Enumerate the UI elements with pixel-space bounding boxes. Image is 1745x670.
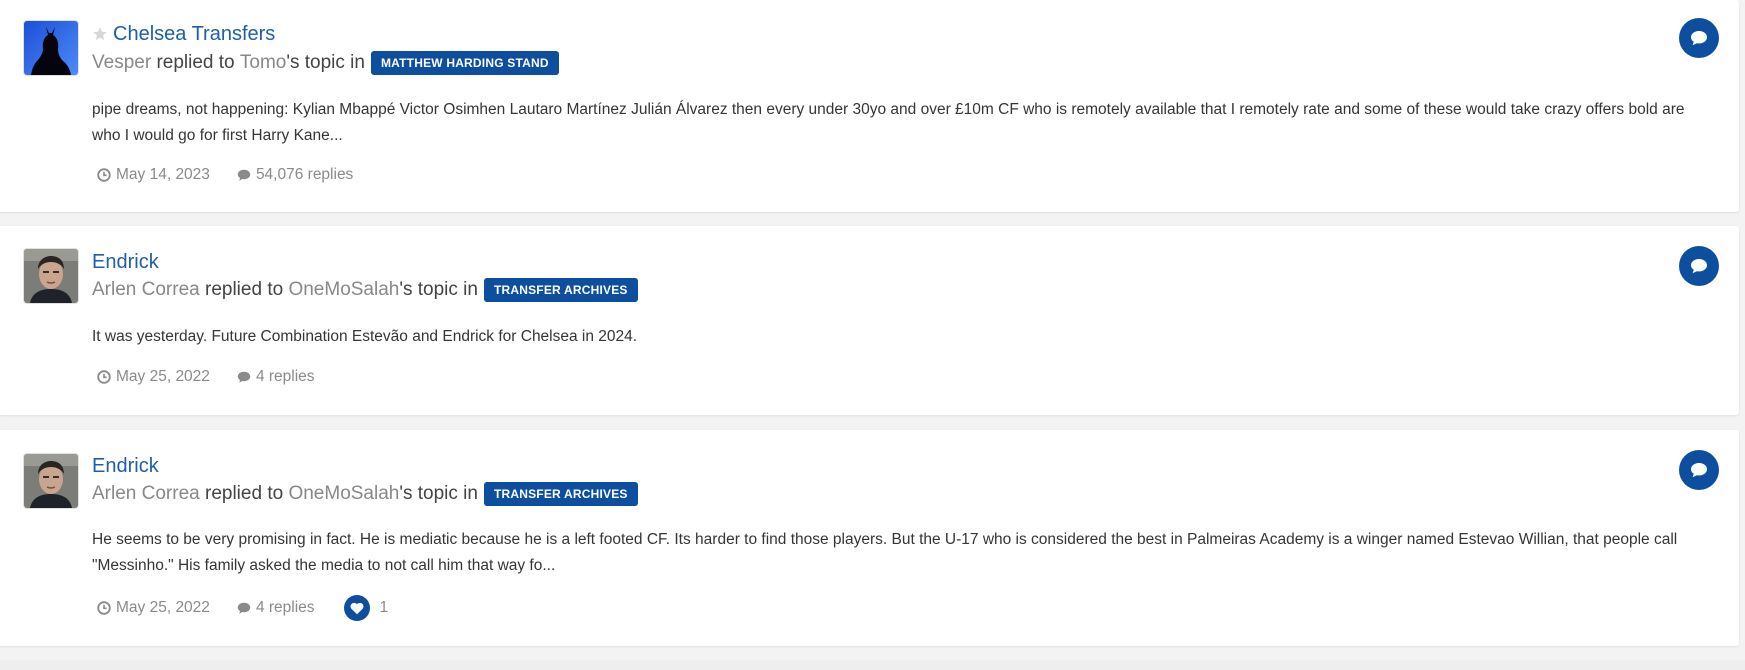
forum-badge[interactable]: TRANSFER ARCHIVES [483,482,638,506]
item-stats: May 14, 2023 54,076 replies [97,166,380,184]
reaction-count[interactable]: 1 [380,599,389,617]
forum-badge[interactable]: MATTHEW HARDING STAND [370,51,559,75]
reply-count: 54,076 replies [237,166,353,184]
item-title-row: Endrick [92,452,159,480]
clock-icon [97,370,111,384]
topic-owner-link[interactable]: OneMoSalah [288,279,399,301]
post-snippet: It was yesterday. Future Combination Est… [92,328,638,345]
possessive-text: 's topic in [399,483,478,504]
post-snippet: He seems to be very promising in fact. H… [92,531,1678,574]
reaction: 1 [343,595,389,621]
item-title-row: Endrick [92,248,159,276]
comment-small-icon [237,168,251,182]
item-stats: May 25, 2022 4 replies 1 [97,595,415,621]
post-date: May 25, 2022 [97,599,210,617]
comment-small-icon [237,370,251,384]
activity-stream: Chelsea Transfers Vesper replied to Tomo… [0,0,1745,670]
author-link[interactable]: Arlen Correa [92,279,200,301]
avatar[interactable] [24,454,78,508]
star-icon[interactable] [92,26,110,44]
item-meta: Arlen Correa replied to OneMoSalah 's to… [92,276,638,304]
user-photo-avatar-icon [24,249,78,303]
possessive-text: 's topic in [286,52,365,73]
heart-icon[interactable] [343,595,370,621]
reply-count: 4 replies [237,599,315,617]
action-text: replied to [205,279,284,300]
action-text: replied to [205,483,284,504]
comment-icon[interactable] [1679,450,1719,490]
author-link[interactable]: Vesper [92,52,151,74]
stream-item: Endrick Arlen Correa replied to OneMoSal… [0,430,1739,646]
stream-item: Chelsea Transfers Vesper replied to Tomo… [0,0,1739,212]
forum-badge[interactable]: TRANSFER ARCHIVES [483,278,638,302]
comment-icon[interactable] [1679,18,1719,58]
user-photo-avatar-icon [24,454,78,508]
item-meta: Vesper replied to Tomo 's topic in MATTH… [92,49,559,77]
avatar[interactable] [24,21,78,75]
topic-owner-link[interactable]: OneMoSalah [288,483,399,505]
possessive-text: 's topic in [399,279,478,300]
reply-count: 4 replies [237,368,315,386]
topic-title-link[interactable]: Endrick [92,455,159,478]
avatar[interactable] [24,249,78,303]
topic-title-link[interactable]: Chelsea Transfers [113,23,275,46]
comment-icon[interactable] [1679,246,1719,286]
comment-small-icon [237,601,251,615]
silhouette-avatar-icon [24,21,78,75]
stream-item: Endrick Arlen Correa replied to OneMoSal… [0,226,1739,415]
topic-owner-link[interactable]: Tomo [240,52,286,74]
topic-title-link[interactable]: Endrick [92,251,159,274]
item-meta: Arlen Correa replied to OneMoSalah 's to… [92,480,638,508]
author-link[interactable]: Arlen Correa [92,483,200,505]
item-stats: May 25, 2022 4 replies [97,368,342,386]
action-text: replied to [156,52,235,73]
post-date: May 25, 2022 [97,368,210,386]
item-title-row: Chelsea Transfers [92,20,275,48]
post-snippet: pipe dreams, not happening: Kylian Mbapp… [92,101,1685,144]
post-date: May 14, 2023 [97,166,210,184]
page-background-strip [0,660,1745,670]
clock-icon [97,168,111,182]
clock-icon [97,601,111,615]
